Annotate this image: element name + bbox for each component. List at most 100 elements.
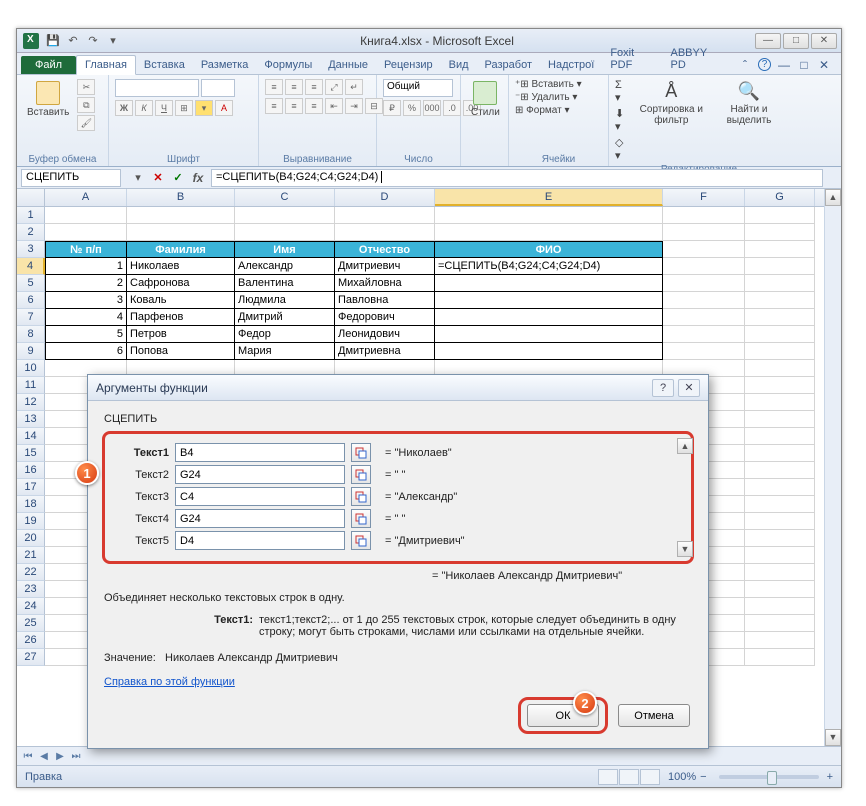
arg1-input[interactable] <box>175 443 345 462</box>
header-E[interactable]: ФИО <box>435 241 663 258</box>
inc-decimal-icon[interactable]: .0 <box>443 100 461 116</box>
currency-icon[interactable]: ₽ <box>383 100 401 116</box>
minimize-button[interactable]: — <box>755 33 781 49</box>
arg4-ref-button[interactable] <box>351 509 371 528</box>
formula-cancel-icon[interactable]: ✕ <box>149 169 167 187</box>
cell-G20[interactable] <box>745 530 815 547</box>
row-4-header[interactable]: 4 <box>17 258 45 275</box>
tab-developer[interactable]: Разработ <box>477 56 540 74</box>
table-row[interactable]: Попова <box>127 343 235 360</box>
table-row[interactable]: 4 <box>45 309 127 326</box>
cell-G26[interactable] <box>745 632 815 649</box>
table-row[interactable] <box>435 309 663 326</box>
col-C[interactable]: C <box>235 189 335 206</box>
arg5-ref-button[interactable] <box>351 531 371 550</box>
doc-restore-icon[interactable]: □ <box>797 58 811 72</box>
cell-B4[interactable]: Николаев <box>127 258 235 275</box>
table-row[interactable]: Федор <box>235 326 335 343</box>
tab-foxit[interactable]: Foxit PDF <box>602 44 662 74</box>
row-11-header[interactable]: 11 <box>17 377 45 394</box>
indent-increase-icon[interactable]: ⇥ <box>345 98 363 114</box>
sheet-nav-prev-icon[interactable]: ◀ <box>37 751 51 762</box>
table-row[interactable]: Парфенов <box>127 309 235 326</box>
cells-insert[interactable]: ⁺⊞ Вставить ▾ <box>515 79 582 90</box>
table-row[interactable]: Мария <box>235 343 335 360</box>
cells-delete[interactable]: ⁻⊞ Удалить ▾ <box>515 92 577 103</box>
tab-home[interactable]: Главная <box>76 55 136 75</box>
qat-undo-icon[interactable]: ↶ <box>65 33 81 49</box>
col-D[interactable]: D <box>335 189 435 206</box>
fx-icon[interactable]: fx <box>189 169 207 187</box>
doc-close-icon[interactable]: ✕ <box>817 58 831 72</box>
maximize-button[interactable]: □ <box>783 33 809 49</box>
col-F[interactable]: F <box>663 189 745 206</box>
table-row[interactable]: 5 <box>45 326 127 343</box>
number-format-combo[interactable]: Общий <box>383 79 453 97</box>
args-scroll-up-icon[interactable]: ▲ <box>677 438 693 454</box>
tab-abbyy[interactable]: ABBYY PD <box>662 44 728 74</box>
paste-button[interactable]: Вставить <box>23 79 73 120</box>
styles-button[interactable]: Стили <box>467 79 504 120</box>
table-row[interactable]: Людмила <box>235 292 335 309</box>
row-22-header[interactable]: 22 <box>17 564 45 581</box>
fill-icon[interactable]: ⬇ ▾ <box>615 107 628 133</box>
cell-G22[interactable] <box>745 564 815 581</box>
row-26-header[interactable]: 26 <box>17 632 45 649</box>
arg3-input[interactable] <box>175 487 345 506</box>
bold-button[interactable]: Ж <box>115 100 133 116</box>
tab-layout[interactable]: Разметка <box>193 56 257 74</box>
row-10-header[interactable]: 10 <box>17 360 45 377</box>
tab-insert[interactable]: Вставка <box>136 56 193 74</box>
row-13-header[interactable]: 13 <box>17 411 45 428</box>
arg1-ref-button[interactable] <box>351 443 371 462</box>
row-27-header[interactable]: 27 <box>17 649 45 666</box>
copy-icon[interactable]: ⧉ <box>77 97 95 113</box>
cell-G17[interactable] <box>745 479 815 496</box>
cell-G18[interactable] <box>745 496 815 513</box>
cells-format[interactable]: ⊞ Формат ▾ <box>515 105 570 116</box>
font-color-button[interactable]: A <box>215 100 233 116</box>
cell-G13[interactable] <box>745 411 815 428</box>
cell-G19[interactable] <box>745 513 815 530</box>
doc-minimize-icon[interactable]: — <box>777 58 791 72</box>
sort-filter-button[interactable]: Å Сортировка и фильтр <box>632 79 711 128</box>
align-center-icon[interactable]: ≡ <box>285 98 303 114</box>
col-E[interactable]: E <box>435 189 663 206</box>
args-scroll-down-icon[interactable]: ▼ <box>677 541 693 557</box>
row-2-header[interactable]: 2 <box>17 224 45 241</box>
table-row[interactable]: Павловна <box>335 292 435 309</box>
table-row[interactable] <box>435 343 663 360</box>
dialog-titlebar[interactable]: Аргументы функции ? ✕ <box>88 375 708 401</box>
row-16-header[interactable]: 16 <box>17 462 45 479</box>
autosum-icon[interactable]: Σ ▾ <box>615 79 628 104</box>
cell-D4[interactable]: Дмитриевич <box>335 258 435 275</box>
row-6-header[interactable]: 6 <box>17 292 45 309</box>
row-9-header[interactable]: 9 <box>17 343 45 360</box>
align-middle-icon[interactable]: ≡ <box>285 79 303 95</box>
row-23-header[interactable]: 23 <box>17 581 45 598</box>
row-12-header[interactable]: 12 <box>17 394 45 411</box>
find-select-button[interactable]: 🔍 Найти и выделить <box>715 79 783 128</box>
cell-G25[interactable] <box>745 615 815 632</box>
fill-color-button[interactable]: ▾ <box>195 100 213 116</box>
qat-redo-icon[interactable]: ↷ <box>85 33 101 49</box>
table-row[interactable]: Коваль <box>127 292 235 309</box>
align-top-icon[interactable]: ≡ <box>265 79 283 95</box>
cell-G23[interactable] <box>745 581 815 598</box>
table-row[interactable] <box>435 292 663 309</box>
font-family-combo[interactable] <box>115 79 199 97</box>
align-bottom-icon[interactable]: ≡ <box>305 79 323 95</box>
row-20-header[interactable]: 20 <box>17 530 45 547</box>
cell-G10[interactable] <box>745 360 815 377</box>
cell-E4-active[interactable]: =СЦЕПИТЬ(B4;G24;C4;G24;D4) <box>435 258 663 275</box>
arg2-input[interactable] <box>175 465 345 484</box>
cell-G24[interactable] <box>745 598 815 615</box>
tab-data[interactable]: Данные <box>320 56 376 74</box>
tab-formulas[interactable]: Формулы <box>256 56 320 74</box>
row-5-header[interactable]: 5 <box>17 275 45 292</box>
header-D[interactable]: Отчество <box>335 241 435 258</box>
row-19-header[interactable]: 19 <box>17 513 45 530</box>
qat-customize-icon[interactable]: ▾ <box>105 33 121 49</box>
table-row[interactable]: Дмитриевна <box>335 343 435 360</box>
cell-G14[interactable] <box>745 428 815 445</box>
